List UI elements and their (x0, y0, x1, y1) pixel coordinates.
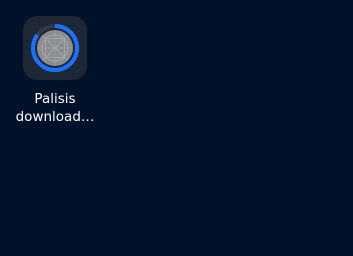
placeholder-app-icon (37, 30, 73, 66)
app-icon-tile[interactable] (23, 16, 87, 80)
desktop: Palisis download… (0, 0, 353, 256)
app-label: Palisis download… (10, 90, 100, 126)
app-icon-palisis[interactable]: Palisis download… (10, 16, 100, 126)
download-progress-icon (31, 24, 79, 72)
download-status: download… (15, 109, 95, 125)
app-name: Palisis (34, 91, 76, 107)
